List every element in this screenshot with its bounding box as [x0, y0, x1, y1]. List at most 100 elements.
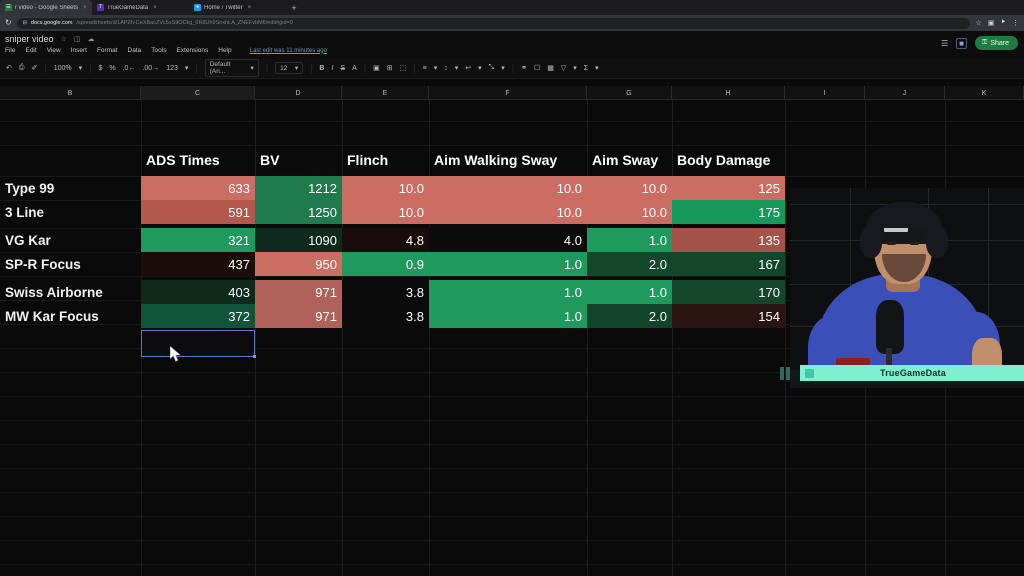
chevron-down-icon[interactable]: ▾: [478, 64, 482, 72]
cell-bv[interactable]: 950: [255, 252, 342, 276]
cell-aim-sway[interactable]: 10.0: [587, 200, 672, 224]
cell-bv[interactable]: 971: [255, 304, 342, 328]
fill-handle[interactable]: [253, 355, 256, 358]
undo-icon[interactable]: ↶: [6, 64, 12, 72]
menu-view[interactable]: View: [47, 47, 61, 54]
browser-tab-sheets[interactable]: ☰ r video - Google Sheets ×: [0, 0, 92, 15]
decrease-decimal-icon[interactable]: .0←: [123, 65, 136, 72]
table-row[interactable]: MW Kar Focus 372 971 3.8 1.0 2.0 154: [0, 304, 785, 328]
paint-format-icon[interactable]: ✐: [31, 64, 37, 72]
borders-icon[interactable]: ⊞: [387, 64, 393, 72]
table-row[interactable]: SP-R Focus 437 950 0.9 1.0 2.0 167: [0, 252, 785, 276]
column-header-I[interactable]: I: [785, 86, 865, 100]
selected-cell[interactable]: [141, 330, 255, 357]
table-row[interactable]: VG Kar 321 1090 4.8 4.0 1.0 135: [0, 228, 785, 252]
column-header-F[interactable]: F: [429, 86, 587, 100]
cell-aim-walking-sway[interactable]: 1.0: [429, 252, 587, 276]
cell-ads-times[interactable]: 591: [141, 200, 255, 224]
cell-body-damage[interactable]: 170: [672, 280, 785, 304]
cell-ads-times[interactable]: 633: [141, 176, 255, 200]
comment-icon[interactable]: ☰: [941, 39, 948, 48]
cell-aim-sway[interactable]: 2.0: [587, 252, 672, 276]
cell-ads-times[interactable]: 372: [141, 304, 255, 328]
table-row[interactable]: Type 99 633 1212 10.0 10.0 10.0 125: [0, 176, 785, 200]
column-header-C[interactable]: C: [141, 86, 255, 100]
extension-icon[interactable]: ▣: [988, 19, 995, 27]
cell-aim-walking-sway[interactable]: 1.0: [429, 304, 587, 328]
filter-icon[interactable]: ▽: [561, 64, 566, 72]
insert-chart-icon[interactable]: ▦: [547, 64, 554, 72]
menu-insert[interactable]: Insert: [71, 47, 87, 54]
last-edit-link[interactable]: Last edit was 11 minutes ago: [250, 48, 327, 54]
cell-flinch[interactable]: 4.8: [342, 228, 429, 252]
cell-body-damage[interactable]: 175: [672, 200, 785, 224]
italic-icon[interactable]: I: [331, 65, 333, 72]
cell-aim-walking-sway[interactable]: 4.0: [429, 228, 587, 252]
cell-aim-sway[interactable]: 1.0: [587, 280, 672, 304]
zoom-level[interactable]: 100%: [54, 65, 72, 72]
menu-extensions[interactable]: Extensions: [176, 47, 208, 54]
column-header-G[interactable]: G: [587, 86, 672, 100]
chevron-down-icon[interactable]: ▾: [501, 64, 505, 72]
meet-icon[interactable]: ■: [956, 37, 967, 49]
vertical-align-icon[interactable]: ↕: [444, 65, 448, 72]
merge-cells-icon[interactable]: ⬚: [400, 64, 407, 72]
number-format-icon[interactable]: 123: [166, 65, 178, 72]
cell-aim-sway[interactable]: 2.0: [587, 304, 672, 328]
page-title[interactable]: sniper video: [5, 34, 54, 44]
chevron-down-icon[interactable]: ▾: [79, 64, 83, 72]
cell-aim-sway[interactable]: 1.0: [587, 228, 672, 252]
chevron-down-icon[interactable]: ▾: [595, 64, 599, 72]
strikethrough-icon[interactable]: S: [340, 65, 345, 72]
cell-bv[interactable]: 1090: [255, 228, 342, 252]
url-input[interactable]: ⊟ docs.google.com /spreadsheets/d/1APZh-…: [16, 17, 971, 29]
cell-bv[interactable]: 1212: [255, 176, 342, 200]
profile-icon[interactable]: ⯈: [1000, 19, 1006, 27]
cell-flinch[interactable]: 3.8: [342, 280, 429, 304]
browser-tab-truegamedata[interactable]: T TrueGameData ×: [92, 0, 189, 15]
cell-flinch[interactable]: 3.8: [342, 304, 429, 328]
chevron-down-icon[interactable]: ▾: [573, 64, 577, 72]
cell-body-damage[interactable]: 167: [672, 252, 785, 276]
chevron-down-icon[interactable]: ▾: [185, 64, 189, 72]
share-button[interactable]: ⚿ Share: [974, 36, 1018, 50]
fill-color-icon[interactable]: ▣: [373, 64, 380, 72]
cell-ads-times[interactable]: 437: [141, 252, 255, 276]
move-icon[interactable]: ◫: [74, 35, 81, 43]
insert-link-icon[interactable]: ⚭: [521, 64, 527, 72]
text-rotation-icon[interactable]: ⤡: [489, 64, 495, 72]
new-tab-button[interactable]: +: [286, 0, 302, 15]
cell-body-damage[interactable]: 125: [672, 176, 785, 200]
column-header-B[interactable]: B: [0, 86, 141, 100]
chevron-down-icon[interactable]: ▾: [455, 64, 459, 72]
menu-help[interactable]: Help: [218, 47, 231, 54]
bold-icon[interactable]: B: [319, 65, 324, 72]
column-header-E[interactable]: E: [342, 86, 429, 100]
close-icon[interactable]: ×: [153, 5, 157, 11]
functions-icon[interactable]: Σ: [584, 65, 588, 72]
cell-ads-times[interactable]: 403: [141, 280, 255, 304]
close-icon[interactable]: ×: [248, 5, 252, 11]
cloud-icon[interactable]: ☁: [87, 35, 94, 43]
column-header-D[interactable]: D: [255, 86, 342, 100]
insert-comment-icon[interactable]: ☐: [534, 64, 540, 72]
browser-tab-twitter[interactable]: ● Home / Twitter ×: [189, 0, 286, 15]
cell-bv[interactable]: 1250: [255, 200, 342, 224]
text-wrap-icon[interactable]: ↩: [465, 64, 471, 72]
cell-ads-times[interactable]: 321: [141, 228, 255, 252]
chevron-down-icon[interactable]: ▾: [434, 64, 438, 72]
horizontal-align-icon[interactable]: ≡: [423, 65, 427, 72]
cell-aim-walking-sway[interactable]: 10.0: [429, 200, 587, 224]
cell-bv[interactable]: 971: [255, 280, 342, 304]
column-header-J[interactable]: J: [865, 86, 945, 100]
text-color-icon[interactable]: A: [352, 65, 357, 72]
menu-data[interactable]: Data: [128, 47, 142, 54]
bookmark-star-icon[interactable]: ☆: [975, 19, 981, 27]
print-icon[interactable]: ⎙: [19, 64, 25, 72]
table-row[interactable]: 3 Line 591 1250 10.0 10.0 10.0 175: [0, 200, 785, 224]
star-icon[interactable]: ☆: [61, 35, 67, 43]
cell-body-damage[interactable]: 135: [672, 228, 785, 252]
close-icon[interactable]: ×: [83, 5, 87, 11]
column-header-K[interactable]: K: [945, 86, 1024, 100]
menu-format[interactable]: Format: [97, 47, 118, 54]
